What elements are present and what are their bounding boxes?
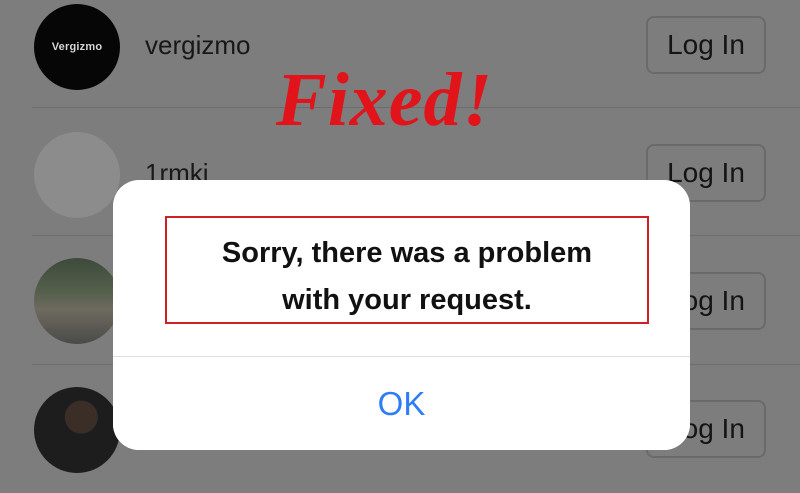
ok-button[interactable]: OK xyxy=(113,357,690,450)
username: vergizmo xyxy=(145,30,251,60)
avatar xyxy=(34,387,120,473)
error-alert-dialog: Sorry, there was a problem with your req… xyxy=(113,180,690,450)
alert-message-line: Sorry, there was a problem xyxy=(221,237,593,269)
log-in-button[interactable]: Log In xyxy=(646,16,766,74)
avatar: Vergizmo xyxy=(34,4,120,90)
avatar xyxy=(34,132,120,218)
message-highlight-box: Sorry, there was a problem with your req… xyxy=(165,216,649,324)
alert-message: Sorry, there was a problem with your req… xyxy=(167,230,647,324)
fixed-banner: Fixed! xyxy=(276,58,494,142)
alert-message-line: with your request. xyxy=(282,284,532,316)
avatar-logo-text: Vergizmo xyxy=(51,41,103,53)
avatar xyxy=(34,258,120,344)
